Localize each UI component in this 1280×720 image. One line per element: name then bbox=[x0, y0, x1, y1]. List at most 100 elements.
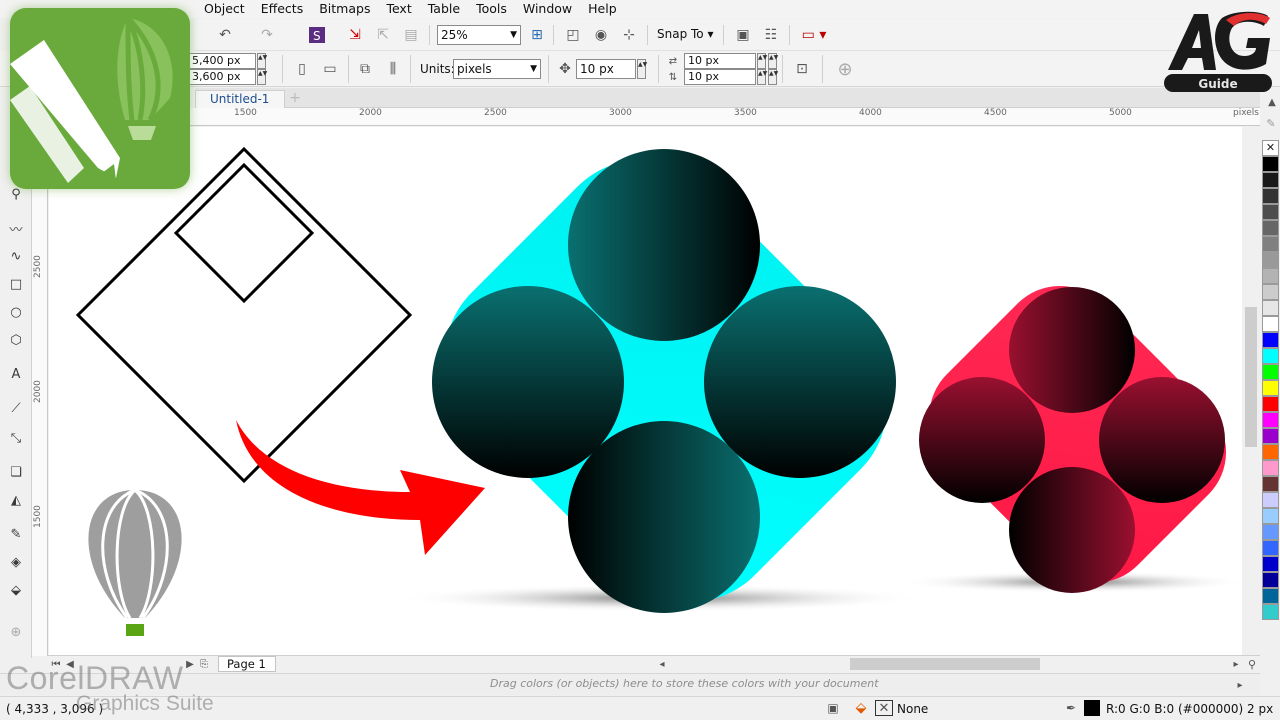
red-gradient-logo[interactable] bbox=[904, 261, 1250, 607]
duplicate-distance-x-spinner[interactable]: ▲▼ bbox=[757, 53, 767, 69]
publish-pdf-icon[interactable]: ▤ bbox=[401, 25, 421, 45]
red-curved-arrow[interactable] bbox=[236, 420, 485, 555]
duplicate-distance-x-field[interactable]: 10 px bbox=[684, 53, 756, 69]
outline-color-swatch[interactable] bbox=[1084, 700, 1100, 716]
duplicate-distance-x-spinner-2[interactable]: ▲▼ bbox=[768, 53, 778, 69]
document-tab[interactable]: Untitled-1 bbox=[195, 90, 285, 108]
color-swatch[interactable] bbox=[1262, 332, 1279, 348]
nudge-distance-spinner[interactable]: ▲▼ bbox=[637, 59, 647, 79]
color-swatch[interactable] bbox=[1262, 412, 1279, 428]
corel-connect-icon[interactable]: S bbox=[307, 25, 327, 45]
options-icon[interactable]: ☷ bbox=[761, 25, 781, 45]
zoom-to-page-icon[interactable]: ⊞ bbox=[527, 25, 547, 45]
color-swatch[interactable] bbox=[1262, 364, 1279, 380]
show-rulers-icon[interactable]: ◉ bbox=[591, 25, 611, 45]
undo-icon[interactable]: ↶ bbox=[215, 25, 235, 45]
page-height-field[interactable]: 3,600 px bbox=[188, 69, 256, 85]
vertical-ruler[interactable]: 2500 2000 1500 bbox=[32, 108, 48, 656]
current-page-icon[interactable]: ⫼ bbox=[382, 59, 404, 79]
eyedropper-icon[interactable]: ✎ bbox=[1264, 116, 1278, 130]
import-icon[interactable]: ⇲ bbox=[345, 25, 365, 45]
duplicate-distance-y-field[interactable]: 10 px bbox=[684, 69, 756, 85]
color-swatch[interactable] bbox=[1262, 476, 1279, 492]
color-swatch[interactable] bbox=[1262, 300, 1279, 316]
color-swatch[interactable] bbox=[1262, 380, 1279, 396]
menu-bitmaps[interactable]: Bitmaps bbox=[311, 0, 378, 18]
color-swatch[interactable] bbox=[1262, 444, 1279, 460]
full-screen-preview-icon[interactable]: ◰ bbox=[563, 25, 583, 45]
interactive-fill-tool-icon[interactable]: ◈ bbox=[6, 552, 26, 572]
connector-tool-icon[interactable]: ⤡ bbox=[6, 428, 26, 448]
color-swatch[interactable] bbox=[1262, 252, 1279, 268]
new-tab-icon[interactable]: + bbox=[287, 90, 303, 106]
no-fill-swatch-icon[interactable]: ✕ bbox=[875, 700, 893, 716]
duplicate-distance-y-spinner-2[interactable]: ▲▼ bbox=[768, 69, 778, 85]
drop-shadow-tool-icon[interactable]: ❏ bbox=[6, 462, 26, 482]
color-swatch[interactable] bbox=[1262, 316, 1279, 332]
color-swatch[interactable] bbox=[1262, 204, 1279, 220]
color-swatch[interactable] bbox=[1262, 156, 1279, 172]
horizontal-scroll-thumb[interactable] bbox=[850, 658, 1040, 670]
landscape-icon[interactable]: ▭ bbox=[318, 59, 342, 79]
color-swatch[interactable] bbox=[1262, 268, 1279, 284]
ellipse-tool-icon[interactable]: ○ bbox=[6, 302, 26, 322]
menu-table[interactable]: Table bbox=[420, 0, 468, 18]
polygon-tool-icon[interactable]: ⬡ bbox=[6, 330, 26, 350]
color-swatch[interactable] bbox=[1262, 220, 1279, 236]
transparency-tool-icon[interactable]: ◭ bbox=[6, 490, 26, 510]
portrait-icon[interactable]: ▯ bbox=[292, 59, 312, 79]
show-grid-icon[interactable]: ⊹ bbox=[619, 25, 639, 45]
page-tab[interactable]: Page 1 bbox=[218, 656, 276, 672]
page-width-field[interactable]: 5,400 px bbox=[188, 53, 256, 69]
menu-effects[interactable]: Effects bbox=[253, 0, 312, 18]
freehand-tool-icon[interactable]: 〰 bbox=[6, 218, 26, 238]
outline-diamond-small[interactable] bbox=[173, 162, 315, 304]
quick-customize-icon[interactable]: ⊕ bbox=[834, 59, 856, 80]
color-swatch[interactable] bbox=[1262, 188, 1279, 204]
color-swatch[interactable] bbox=[1262, 508, 1279, 524]
outline-pen-icon[interactable]: ✒ bbox=[1064, 700, 1078, 716]
units-select[interactable]: pixels ▼ bbox=[453, 59, 541, 79]
color-swatch[interactable] bbox=[1262, 572, 1279, 588]
zoom-level-select[interactable]: 25% ▼ bbox=[437, 25, 521, 45]
eyedropper-tool-icon[interactable]: ✎ bbox=[6, 524, 26, 544]
smart-fill-tool-icon[interactable]: ⬙ bbox=[6, 580, 26, 600]
horizontal-ruler[interactable]: 1500 2000 2500 3000 3500 4000 4500 5000 … bbox=[48, 108, 1260, 126]
menu-window[interactable]: Window bbox=[515, 0, 580, 18]
scroll-right-icon[interactable]: ▸ bbox=[1230, 657, 1242, 671]
fill-bucket-icon[interactable]: ⬙ bbox=[852, 700, 870, 716]
color-swatch[interactable] bbox=[1262, 460, 1279, 476]
treat-as-filled-icon[interactable]: ⊡ bbox=[790, 57, 814, 81]
redo-icon[interactable]: ↷ bbox=[257, 25, 277, 45]
palette-arrow-icon[interactable]: ▸ bbox=[1234, 678, 1246, 692]
color-swatch[interactable] bbox=[1262, 396, 1279, 412]
welcome-screen-icon[interactable]: ▣ bbox=[733, 25, 753, 45]
no-color-swatch[interactable]: ✕ bbox=[1262, 140, 1279, 156]
color-swatch[interactable] bbox=[1262, 348, 1279, 364]
duplicate-distance-y-spinner[interactable]: ▲▼ bbox=[757, 69, 767, 85]
color-swatch[interactable] bbox=[1262, 524, 1279, 540]
menu-tools[interactable]: Tools bbox=[468, 0, 515, 18]
page-height-spinner[interactable]: ▲▼ bbox=[257, 69, 267, 85]
menu-help[interactable]: Help bbox=[580, 0, 625, 18]
vertical-scrollbar[interactable] bbox=[1242, 127, 1260, 655]
menu-object[interactable]: Object bbox=[196, 0, 253, 18]
palette-scroll-up-icon[interactable]: ▲ bbox=[1266, 96, 1278, 108]
application-launcher-icon[interactable]: ▭ ▾ bbox=[799, 25, 829, 45]
add-tool-icon[interactable]: ⊕ bbox=[6, 622, 26, 642]
rectangle-tool-icon[interactable]: □ bbox=[6, 274, 26, 294]
all-pages-icon[interactable]: ⧉ bbox=[354, 59, 376, 79]
color-swatch[interactable] bbox=[1262, 588, 1279, 604]
drawing-canvas[interactable] bbox=[49, 127, 1259, 655]
color-swatch[interactable] bbox=[1262, 492, 1279, 508]
color-swatch[interactable] bbox=[1262, 428, 1279, 444]
menu-text[interactable]: Text bbox=[378, 0, 419, 18]
color-proof-icon[interactable]: ▣ bbox=[826, 701, 840, 715]
color-swatch[interactable] bbox=[1262, 172, 1279, 188]
vertical-scroll-thumb[interactable] bbox=[1245, 307, 1257, 447]
artistic-media-tool-icon[interactable]: ∿ bbox=[6, 246, 26, 266]
color-swatch[interactable] bbox=[1262, 604, 1279, 620]
parallel-dimension-tool-icon[interactable]: ⟋ bbox=[6, 398, 26, 418]
snap-to-menu[interactable]: Snap To ▾ bbox=[657, 27, 713, 41]
text-tool-icon[interactable]: A bbox=[6, 364, 26, 384]
